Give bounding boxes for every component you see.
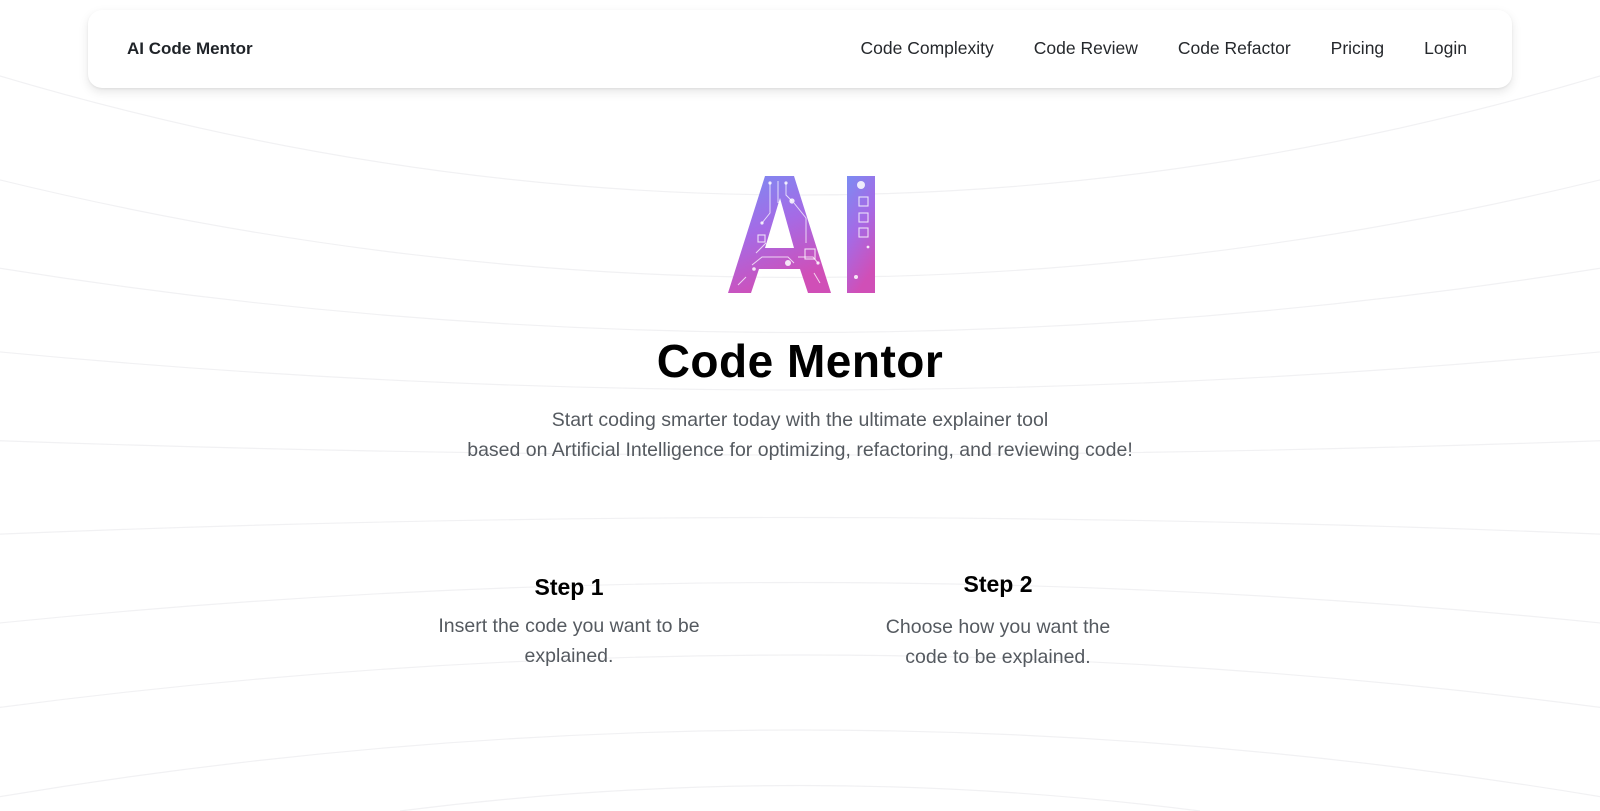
brand-link[interactable]: AI Code Mentor [127,39,253,59]
nav-link-code-refactor[interactable]: Code Refactor [1178,38,1291,59]
nav-link-login[interactable]: Login [1424,38,1467,59]
page: AI Code Mentor Code Complexity Code Revi… [0,0,1600,811]
nav-link-pricing[interactable]: Pricing [1331,38,1385,59]
hero-subtitle-line-2: based on Artificial Intelligence for opt… [467,439,1133,461]
step-2-title: Step 2 [963,571,1033,597]
step-2-description: Choose how you want the code to be expla… [885,616,1111,668]
nav-link-code-complexity[interactable]: Code Complexity [861,38,994,59]
hero-title: Code Mentor [656,335,944,387]
step-1-card: Step 1 Insert the code you want to be ex… [399,574,739,671]
hero-subtitle: Start coding smarter today with the ulti… [0,405,1600,465]
hero-subtitle-line-1: Start coding smarter today with the ulti… [551,409,1049,431]
step-1-title: Step 1 [534,574,604,600]
top-navbar: AI Code Mentor Code Complexity Code Revi… [88,10,1512,88]
nav-links: Code Complexity Code Review Code Refacto… [861,38,1468,59]
ai-logo [728,176,875,293]
step-1-description: Insert the code you want to be explained… [438,615,700,667]
nav-link-code-review[interactable]: Code Review [1034,38,1138,59]
step-2-card: Step 2 Choose how you want the code to b… [828,571,1168,672]
